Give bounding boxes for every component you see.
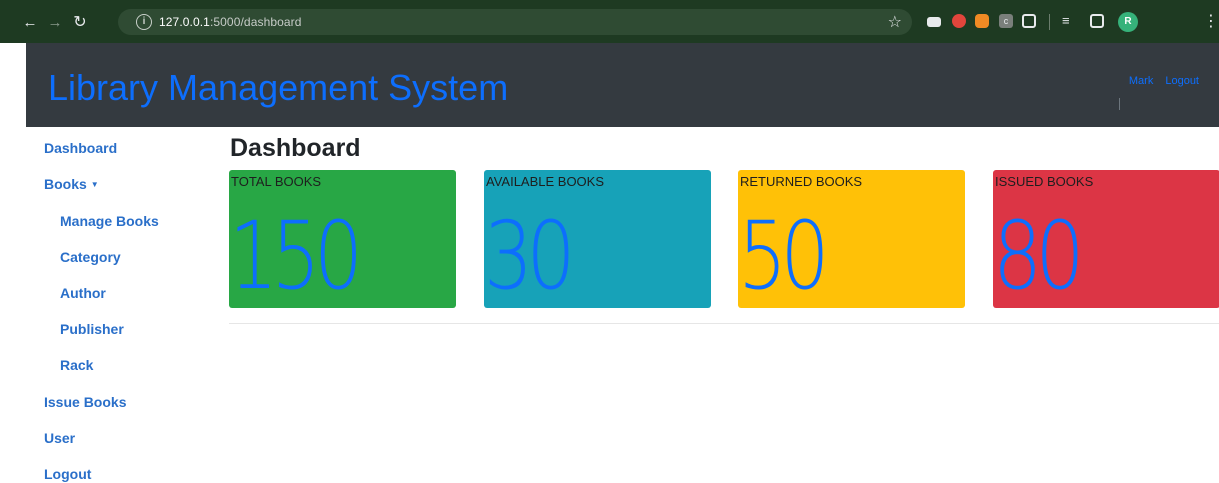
c-extension-icon[interactable]: c — [999, 14, 1013, 28]
card-label: ISSUED BOOKS — [995, 174, 1094, 189]
url-host: 127.0.0.1 — [159, 15, 210, 29]
page-title: Dashboard — [230, 134, 361, 162]
caret-down-icon: ▼ — [90, 180, 99, 189]
header-logout-link[interactable]: Logout — [1165, 75, 1199, 87]
sidebar-item-books[interactable]: Books ▼ — [44, 176, 99, 192]
toolbar-separator — [1049, 14, 1050, 30]
app-header: Library Management System Mark Logout — [26, 43, 1219, 127]
profile-avatar[interactable]: R — [1118, 12, 1138, 32]
sidebar-item-author[interactable]: Author — [60, 285, 106, 301]
sidebar: Dashboard Books ▼ Manage Books Category A… — [0, 127, 200, 483]
fox-extension-icon[interactable] — [975, 14, 989, 28]
reading-list-icon[interactable]: ≡ — [1062, 14, 1076, 28]
card-label: AVAILABLE BOOKS — [486, 174, 605, 189]
content-divider — [229, 323, 1219, 324]
site-info-icon[interactable]: i — [136, 14, 152, 30]
sidebar-item-manage-books[interactable]: Manage Books — [60, 213, 159, 229]
sidebar-item-logout[interactable]: Logout — [44, 466, 91, 482]
issued-books-card: ISSUED BOOKS 80 — [993, 170, 1219, 308]
back-arrow-icon[interactable]: ← — [18, 10, 42, 34]
card-label: RETURNED BOOKS — [740, 174, 863, 189]
card-value: 80 — [993, 202, 1085, 308]
card-value: 50 — [738, 202, 830, 308]
total-books-card: TOTAL BOOKS 150 — [229, 170, 456, 308]
available-books-card: AVAILABLE BOOKS 30 — [484, 170, 711, 308]
sidebar-item-dashboard[interactable]: Dashboard — [44, 140, 117, 156]
puzzle-extensions-icon[interactable] — [1022, 14, 1036, 28]
extension-icon[interactable] — [927, 17, 941, 27]
url-path: :5000/dashboard — [209, 15, 302, 29]
sidebar-item-issue-books[interactable]: Issue Books — [44, 394, 126, 410]
url-text[interactable]: 127.0.0.1:5000/dashboard — [159, 15, 302, 29]
header-links: Mark Logout — [1129, 75, 1199, 87]
sidebar-item-rack[interactable]: Rack — [60, 357, 93, 373]
forward-arrow-icon[interactable]: → — [43, 10, 67, 34]
text-cursor — [1119, 98, 1120, 110]
card-value: 30 — [484, 202, 576, 308]
user-link[interactable]: Mark — [1129, 75, 1153, 87]
browser-menu-icon[interactable]: ⋮ — [1203, 11, 1219, 31]
shield-extension-icon[interactable] — [952, 14, 966, 28]
address-bar[interactable]: i 127.0.0.1:5000/dashboard ☆ — [118, 9, 912, 35]
sidebar-item-category[interactable]: Category — [60, 249, 121, 265]
sidebar-item-user[interactable]: User — [44, 430, 75, 446]
sidebar-item-publisher[interactable]: Publisher — [60, 321, 124, 337]
app-title: Library Management System — [48, 67, 509, 108]
reload-icon[interactable]: ↻ — [68, 10, 92, 34]
card-label: TOTAL BOOKS — [231, 174, 322, 189]
sidebar-item-books-label: Books — [44, 176, 87, 192]
card-value: 150 — [229, 202, 363, 308]
bookmark-star-icon[interactable]: ☆ — [888, 12, 902, 32]
side-panel-icon[interactable] — [1090, 14, 1104, 28]
returned-books-card: RETURNED BOOKS 50 — [738, 170, 965, 308]
browser-toolbar: ← → ↻ i 127.0.0.1:5000/dashboard ☆ c ≡ R… — [0, 0, 1219, 43]
